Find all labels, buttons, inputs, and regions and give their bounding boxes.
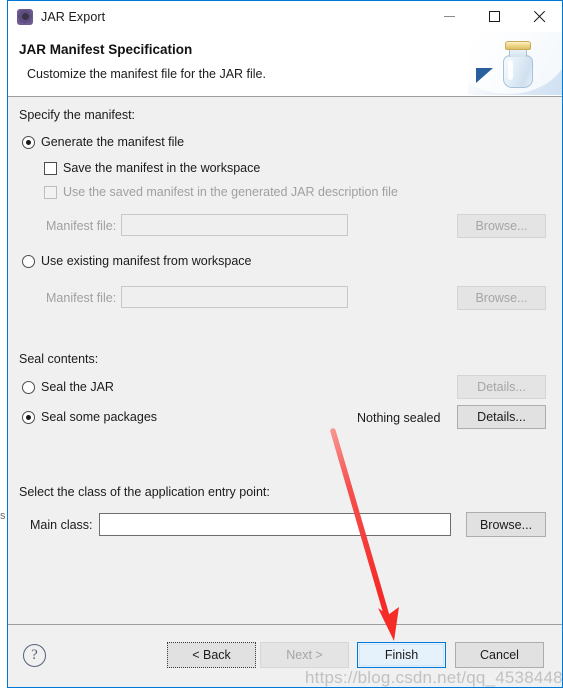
- radio-use-existing-manifest-label: Use existing manifest from workspace: [41, 254, 252, 268]
- radio-seal-some-packages-label: Seal some packages: [41, 410, 158, 424]
- title-bar[interactable]: JAR Export: [8, 1, 562, 32]
- main-class-browse-button[interactable]: Browse...: [466, 512, 546, 537]
- existing-manifest-file-label: Manifest file:: [46, 291, 117, 305]
- checkbox-use-saved-manifest-label: Use the saved manifest in the generated …: [63, 185, 398, 199]
- minimize-icon: [444, 16, 455, 17]
- maximize-button[interactable]: [472, 1, 517, 32]
- blue-triangle-icon: [476, 68, 493, 83]
- next-button: Next >: [260, 642, 349, 668]
- main-class-input[interactable]: [99, 513, 451, 536]
- entry-point-section-label: Select the class of the application entr…: [19, 485, 270, 499]
- page-title: JAR Manifest Specification: [19, 42, 193, 57]
- checkbox-use-saved-manifest-indicator: [44, 185, 57, 199]
- finish-button-label: Finish: [384, 648, 419, 662]
- radio-generate-manifest[interactable]: Generate the manifest file: [22, 135, 184, 149]
- generate-manifest-file-label: Manifest file:: [46, 219, 117, 233]
- generate-manifest-browse-button: Browse...: [457, 214, 546, 238]
- radio-seal-some-packages-indicator: [22, 410, 35, 424]
- radio-generate-manifest-indicator: [22, 135, 35, 149]
- maximize-icon: [489, 11, 500, 22]
- header-banner-art: [448, 32, 562, 95]
- radio-seal-the-jar[interactable]: Seal the JAR: [22, 380, 114, 394]
- watermark-text: https://blog.csdn.net/qq_45384482: [305, 668, 563, 687]
- existing-manifest-browse-button: Browse...: [457, 286, 546, 310]
- cancel-button[interactable]: Cancel: [455, 642, 544, 668]
- radio-use-existing-manifest[interactable]: Use existing manifest from workspace: [22, 254, 252, 268]
- dialog-content: Specify the manifest: Generate the manif…: [8, 97, 562, 625]
- jar-export-dialog: JAR Export JAR Manifest Specification Cu…: [7, 0, 563, 688]
- checkbox-save-manifest-workspace-label: Save the manifest in the workspace: [63, 161, 261, 175]
- finish-button[interactable]: Finish: [357, 642, 446, 668]
- seal-status-text: Nothing sealed: [357, 411, 441, 425]
- seal-section-label: Seal contents:: [19, 352, 99, 366]
- background-text-fragment: s: [0, 510, 6, 522]
- main-class-label: Main class:: [30, 518, 93, 532]
- minimize-button[interactable]: [427, 1, 472, 32]
- radio-seal-the-jar-indicator: [22, 380, 35, 394]
- seal-the-jar-details-button: Details...: [457, 375, 546, 399]
- dialog-header: JAR Manifest Specification Customize the…: [8, 32, 562, 97]
- close-button[interactable]: [517, 1, 562, 32]
- help-icon[interactable]: ?: [23, 644, 46, 667]
- close-icon: [533, 10, 546, 23]
- manifest-section-label: Specify the manifest:: [19, 108, 136, 122]
- page-subtitle: Customize the manifest file for the JAR …: [27, 67, 266, 81]
- screenshot-root: s JAR Export JAR Manifest Specification …: [0, 0, 563, 695]
- radio-use-existing-manifest-indicator: [22, 254, 35, 268]
- radio-seal-the-jar-label: Seal the JAR: [41, 380, 114, 394]
- radio-seal-some-packages[interactable]: Seal some packages: [22, 410, 157, 424]
- back-button[interactable]: < Back: [167, 642, 256, 668]
- checkbox-use-saved-manifest: Use the saved manifest in the generated …: [44, 185, 398, 199]
- checkbox-save-manifest-workspace[interactable]: Save the manifest in the workspace: [44, 161, 260, 175]
- seal-some-packages-details-button[interactable]: Details...: [457, 405, 546, 429]
- window-controls: [427, 1, 562, 32]
- jar-export-gear-icon: [17, 8, 33, 25]
- jar-bottle-icon: [500, 41, 536, 89]
- checkbox-save-manifest-workspace-indicator: [44, 161, 57, 175]
- radio-generate-manifest-label: Generate the manifest file: [41, 135, 185, 149]
- existing-manifest-file-input: [121, 286, 348, 308]
- window-title: JAR Export: [41, 9, 106, 24]
- generate-manifest-file-input: [121, 214, 348, 236]
